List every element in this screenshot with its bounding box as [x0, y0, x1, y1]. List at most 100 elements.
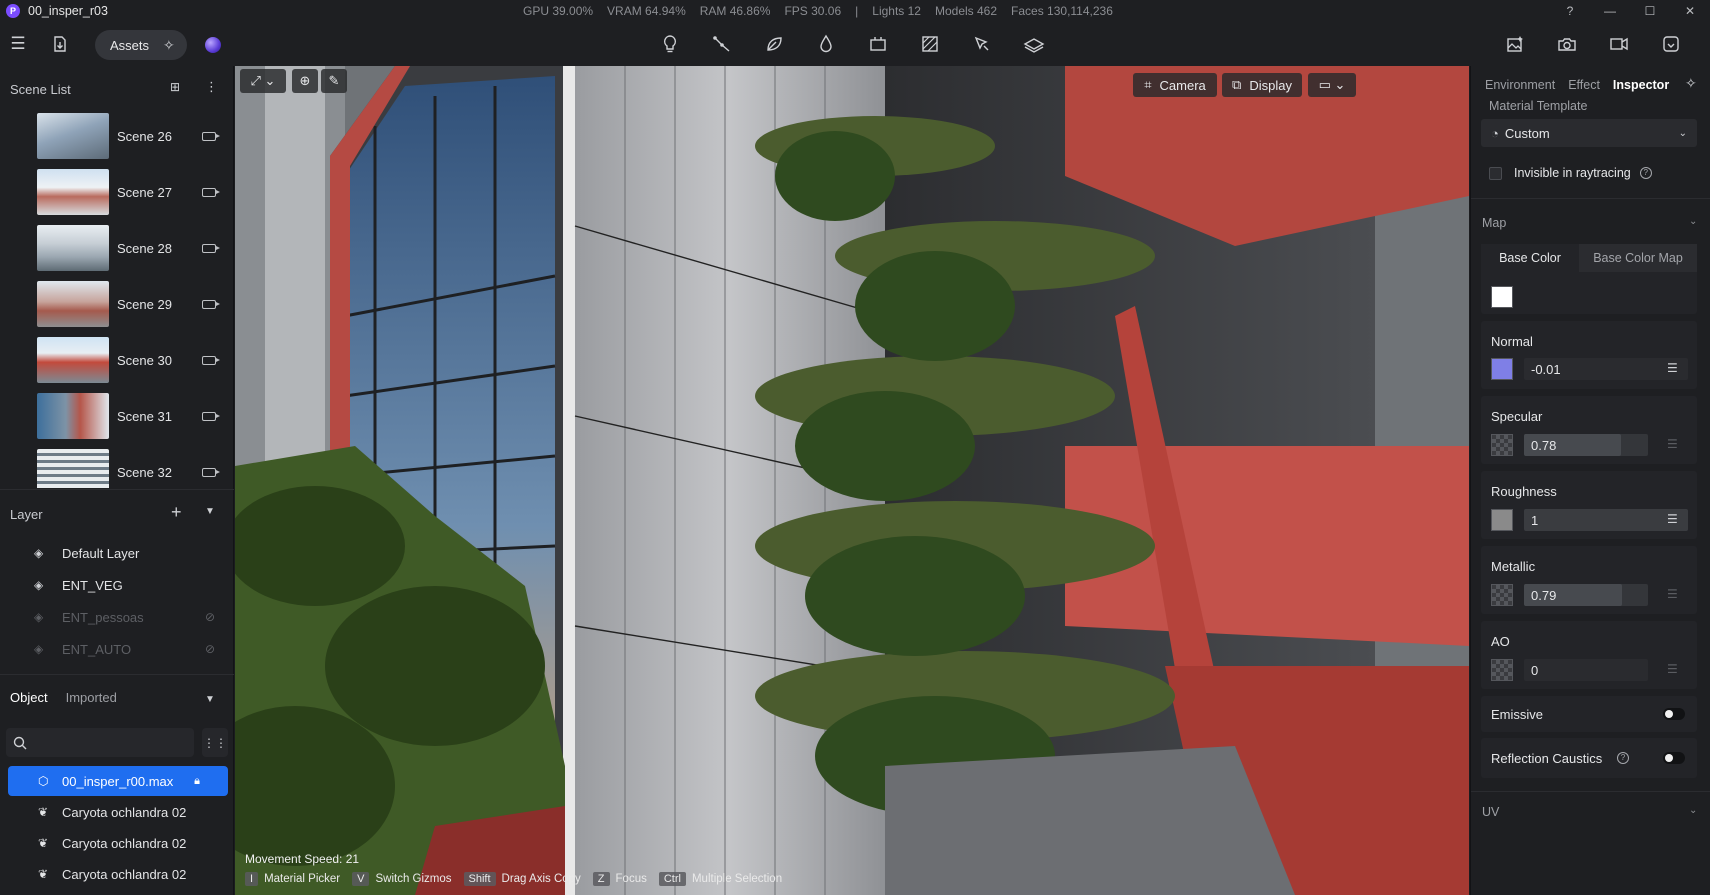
- minimize-button[interactable]: —: [1590, 0, 1630, 22]
- camera-icon[interactable]: [202, 411, 220, 421]
- scene-item[interactable]: Scene 31: [37, 392, 227, 440]
- layer-item[interactable]: ◈ ENT_AUTO: [34, 637, 131, 661]
- eyedropper-icon[interactable]: ✎: [321, 69, 347, 93]
- layers-icon[interactable]: [1022, 32, 1046, 56]
- display-button[interactable]: ⧉ Display: [1222, 73, 1302, 97]
- texture-icon[interactable]: [918, 32, 942, 56]
- roughness-slider[interactable]: 1: [1524, 509, 1688, 531]
- help-icon[interactable]: ?: [1639, 167, 1652, 179]
- invisible-raytracing-checkbox[interactable]: [1489, 166, 1502, 180]
- maximize-button[interactable]: ☐: [1630, 0, 1670, 22]
- grid-view-button[interactable]: ⋮⋮: [202, 728, 228, 757]
- metallic-map-swatch[interactable]: [1491, 584, 1513, 606]
- 3d-viewport[interactable]: ⤢ ⌄ ⊕ ✎ ⌗ Camera ⧉ Display ▭ ⌄ Movement …: [235, 66, 1469, 895]
- scene-item[interactable]: Scene 32: [37, 448, 227, 488]
- collapse-chevron-icon[interactable]: ▼: [205, 506, 215, 517]
- tab-base-color[interactable]: Base Color: [1481, 244, 1579, 272]
- camera-icon[interactable]: [202, 131, 220, 141]
- tab-imported[interactable]: Imported: [66, 690, 117, 705]
- ao-slider[interactable]: 0: [1524, 659, 1648, 681]
- object-search-input[interactable]: [6, 728, 194, 757]
- scene-item[interactable]: Scene 29: [37, 280, 227, 328]
- emissive-card: Emissive: [1481, 696, 1697, 732]
- layer-item[interactable]: ◈ Default Layer: [34, 541, 139, 565]
- normal-map-swatch[interactable]: [1491, 358, 1513, 380]
- ai-sparkle-icon[interactable]: ✧: [1685, 75, 1697, 92]
- leaf-icon: ❦: [38, 836, 49, 850]
- metallic-slider[interactable]: 0.79: [1524, 584, 1648, 606]
- tab-inspector[interactable]: Inspector: [1613, 78, 1669, 92]
- tab-environment[interactable]: Environment: [1485, 78, 1555, 92]
- uv-section-label: UV: [1482, 805, 1500, 819]
- object-row[interactable]: ❦ Caryota ochlandra 02: [8, 797, 228, 827]
- close-button[interactable]: ✕: [1670, 0, 1710, 22]
- normal-value-input[interactable]: -0.01: [1524, 358, 1688, 380]
- tab-effect[interactable]: Effect: [1568, 78, 1600, 92]
- layer-item[interactable]: ◈ ENT_VEG: [34, 573, 123, 597]
- adjust-sliders-icon[interactable]: ☰: [1667, 587, 1678, 601]
- collapse-chevron-icon[interactable]: ▼: [205, 694, 215, 705]
- ao-map-swatch[interactable]: [1491, 659, 1513, 681]
- specular-map-swatch[interactable]: [1491, 434, 1513, 456]
- water-drop-icon[interactable]: [814, 32, 838, 56]
- add-scene-icon[interactable]: ⊞: [170, 80, 180, 94]
- globe-icon[interactable]: ⊕: [292, 69, 318, 93]
- camera-button[interactable]: ⌗ Camera: [1133, 73, 1217, 97]
- import-file-icon[interactable]: [48, 32, 72, 56]
- ai-orb-icon[interactable]: [205, 37, 221, 53]
- chevron-down-icon[interactable]: ⌄: [1689, 805, 1697, 816]
- material-template-value: Custom: [1504, 125, 1550, 141]
- light-bulb-icon[interactable]: [658, 32, 682, 56]
- roughness-map-swatch[interactable]: [1491, 509, 1513, 531]
- object-row[interactable]: ⬡ 00_insper_r00.max 🔒︎: [8, 766, 228, 796]
- camera-icon[interactable]: [202, 299, 220, 309]
- adjust-sliders-icon[interactable]: ☰: [1667, 512, 1678, 526]
- transform-gizmo-dropdown[interactable]: ⤢ ⌄: [240, 69, 286, 93]
- camera-icon[interactable]: [202, 187, 220, 197]
- scene-item[interactable]: Scene 26: [37, 112, 227, 160]
- eye-hidden-icon[interactable]: ⊘: [205, 642, 215, 656]
- animation-icon[interactable]: [866, 32, 890, 56]
- layer-item[interactable]: ◈ ENT_pessoas: [34, 605, 144, 629]
- adjust-sliders-icon[interactable]: ☰: [1667, 361, 1678, 375]
- adjust-sliders-icon[interactable]: ☰: [1667, 662, 1678, 676]
- eye-hidden-icon[interactable]: ⊘: [205, 610, 215, 624]
- assets-button[interactable]: Assets ✧: [95, 30, 187, 60]
- render-image-icon[interactable]: [1503, 32, 1527, 56]
- lock-icon[interactable]: 🔒︎: [194, 775, 200, 788]
- scene-item[interactable]: Scene 30: [37, 336, 227, 384]
- material-template-dropdown[interactable]: ◔ Custom ⌄: [1481, 119, 1697, 147]
- help-icon[interactable]: ?: [1550, 0, 1590, 22]
- help-icon[interactable]: ?: [1617, 752, 1629, 764]
- object-row[interactable]: ❦ Caryota ochlandra 02: [8, 828, 228, 858]
- scene-item[interactable]: Scene 27: [37, 168, 227, 216]
- leaf-icon[interactable]: [762, 32, 786, 56]
- tab-base-color-map[interactable]: Base Color Map: [1579, 244, 1697, 272]
- emissive-toggle[interactable]: [1663, 708, 1685, 720]
- hamburger-menu-icon[interactable]: ☰: [6, 32, 30, 56]
- object-row[interactable]: ❦ Caryota ochlandra 02: [8, 859, 228, 889]
- ai-sparkle-icon[interactable]: ✧: [163, 37, 175, 54]
- video-icon[interactable]: [1607, 32, 1631, 56]
- invisible-raytracing-row: Invisible in raytracing ?: [1489, 166, 1652, 180]
- add-layer-icon[interactable]: +: [171, 502, 182, 523]
- scene-item[interactable]: Scene 28: [37, 224, 227, 272]
- chevron-down-icon[interactable]: ⌄: [1689, 216, 1697, 227]
- reflection-caustics-toggle[interactable]: [1663, 752, 1685, 764]
- camera-icon[interactable]: [202, 243, 220, 253]
- shortcut-hints: I Material Picker V Switch Gizmos Shift Dra…: [245, 872, 794, 886]
- plant-brush-icon[interactable]: [970, 32, 994, 56]
- camera-icon[interactable]: [202, 355, 220, 365]
- camera-icon[interactable]: [202, 467, 220, 477]
- export-icon[interactable]: [1659, 32, 1683, 56]
- base-color-swatch[interactable]: [1491, 286, 1513, 308]
- adjust-sliders-icon[interactable]: ☰: [1667, 437, 1678, 451]
- tab-object[interactable]: Object: [10, 690, 48, 705]
- camera-snapshot-icon[interactable]: [1555, 32, 1579, 56]
- display-label: Display: [1249, 77, 1292, 93]
- scene-render: [235, 66, 1469, 895]
- specular-slider[interactable]: 0.78: [1524, 434, 1648, 456]
- view-options-dropdown[interactable]: ▭ ⌄: [1308, 73, 1356, 97]
- more-options-icon[interactable]: ⋮: [205, 79, 218, 95]
- path-tool-icon[interactable]: [710, 32, 734, 56]
